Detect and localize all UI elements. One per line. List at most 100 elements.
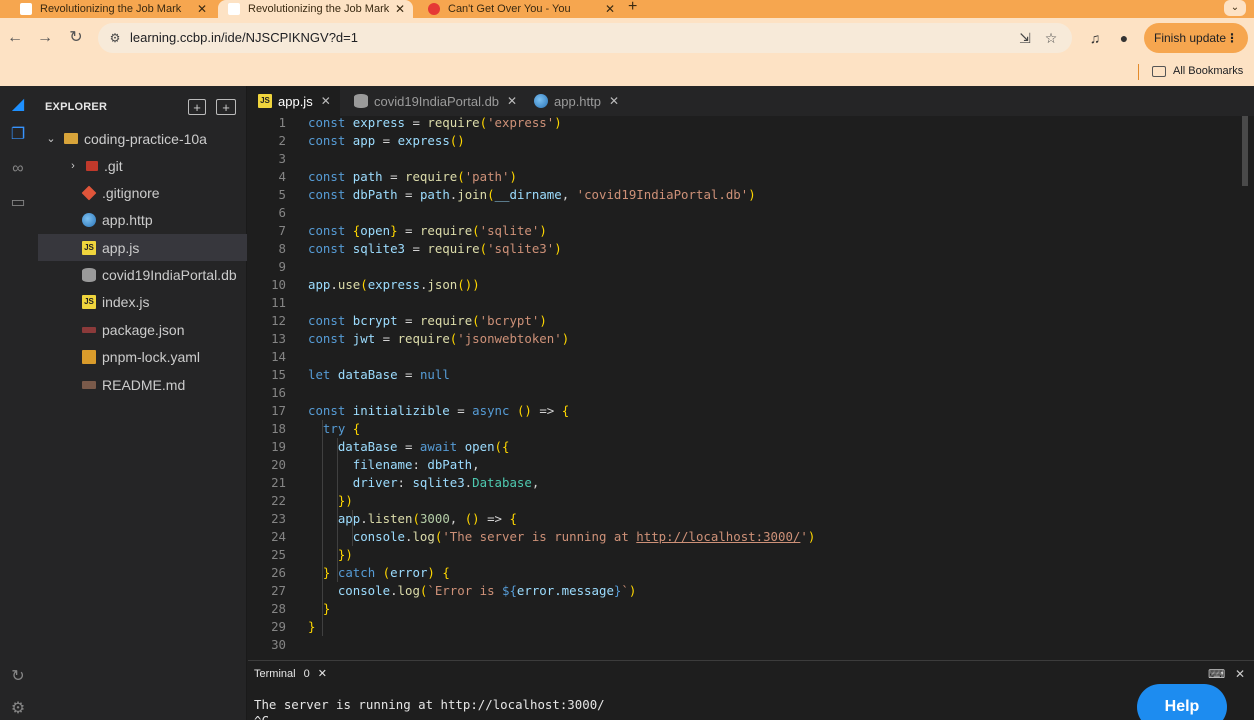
code-line[interactable]: 8 const sqlite3 = require('sqlite3') xyxy=(248,240,1238,258)
tree-item-app-js[interactable]: JS app.js xyxy=(38,234,247,261)
code-line[interactable]: 22 }) xyxy=(248,492,1238,510)
chevron-down-icon[interactable]: ⌄ xyxy=(1224,0,1246,16)
browser-tab[interactable]: Revolutionizing the Job Mark ✕ xyxy=(10,0,215,18)
code-line[interactable]: 11 xyxy=(248,294,1238,312)
code-line[interactable]: 4 const path = require('path') xyxy=(248,168,1238,186)
tab-app-js[interactable]: JS app.js ✕ xyxy=(248,86,340,116)
tree-item-label: pnpm-lock.yaml xyxy=(102,348,201,365)
explorer-sidebar: EXPLORER + + ⌄ coding-practice-10a › .gi… xyxy=(38,86,247,720)
code-line[interactable]: 23 app.listen(3000, () => { xyxy=(248,510,1238,528)
close-icon[interactable]: ✕ xyxy=(605,2,615,16)
code-line[interactable]: 20 filename: dbPath, xyxy=(248,456,1238,474)
code-line[interactable]: 16 xyxy=(248,384,1238,402)
files-icon[interactable]: ❐ xyxy=(7,124,29,146)
folder-icon xyxy=(64,133,78,144)
code-line[interactable]: 19 dataBase = await open({ xyxy=(248,438,1238,456)
reload-icon[interactable]: ↻ xyxy=(66,28,86,48)
code-line[interactable]: 9 xyxy=(248,258,1238,276)
folder-icon[interactable] xyxy=(1152,66,1166,77)
code-line[interactable]: 12 const bcrypt = require('bcrypt') xyxy=(248,312,1238,330)
code-line[interactable]: 24 console.log('The server is running at… xyxy=(248,528,1238,546)
code-line[interactable]: 29} xyxy=(248,618,1238,636)
code-line[interactable]: 17 const initializible = async () => { xyxy=(248,402,1238,420)
new-tab-button[interactable]: + xyxy=(628,0,637,15)
code-line[interactable]: 26 } catch (error) { xyxy=(248,564,1238,582)
tree-item-app-http[interactable]: app.http xyxy=(38,206,247,233)
tree-item-readme[interactable]: README.md xyxy=(38,371,247,398)
new-folder-icon[interactable]: + xyxy=(216,99,236,115)
gear-icon[interactable]: ⚙ xyxy=(7,698,29,720)
line-number: 1 xyxy=(278,115,286,130)
tree-item-label: .gitignore xyxy=(102,184,160,201)
profile-avatar[interactable]: ● xyxy=(1114,28,1134,48)
code-line[interactable]: 3 xyxy=(248,150,1238,168)
help-button[interactable]: Help xyxy=(1137,684,1227,720)
code-line[interactable]: 13 const jwt = require('jsonwebtoken') xyxy=(248,330,1238,348)
browser-tab-title: Revolutionizing the Job Mark xyxy=(40,3,182,15)
code-line[interactable]: 15 let dataBase = null xyxy=(248,366,1238,384)
media-controls-icon[interactable]: ♫ xyxy=(1085,28,1105,48)
line-number: 12 xyxy=(271,313,286,328)
link-icon[interactable]: ∞ xyxy=(7,158,29,180)
close-icon[interactable]: ✕ xyxy=(197,2,207,16)
comment-icon[interactable]: ▭ xyxy=(7,192,29,214)
site-info-icon[interactable]: ⚙ xyxy=(106,29,124,47)
close-icon[interactable]: ✕ xyxy=(395,2,405,16)
terminal-icon[interactable]: ⌨ xyxy=(1208,667,1225,681)
scroll-thumb[interactable] xyxy=(1242,116,1248,186)
code-line[interactable]: 6 xyxy=(248,204,1238,222)
code-line[interactable]: 21 driver: sqlite3.Database, xyxy=(248,474,1238,492)
terminal-tab[interactable]: Terminal 0 ✕ xyxy=(254,667,327,680)
finish-update-label: Finish update xyxy=(1154,31,1227,45)
line-number: 27 xyxy=(271,583,286,598)
tree-item-label: app.http xyxy=(102,211,153,228)
browser-tab-active[interactable]: Revolutionizing the Job Mark ✕ xyxy=(218,0,413,18)
tab-db[interactable]: covid19IndiaPortal.db ✕ xyxy=(344,86,520,116)
line-number: 2 xyxy=(278,133,286,148)
code-line[interactable]: 30 xyxy=(248,636,1238,654)
all-bookmarks-label[interactable]: All Bookmarks xyxy=(1173,65,1243,77)
code-line[interactable]: 1 const express = require('express') xyxy=(248,114,1238,132)
code-line[interactable]: 18 try { xyxy=(248,420,1238,438)
url-text[interactable]: learning.ccbp.in/ide/NJSCPIKNGV?d=1 xyxy=(130,30,358,45)
code-line[interactable]: 5 const dbPath = path.join(__dirname, 'co… xyxy=(248,186,1238,204)
tree-item-index-js[interactable]: JS index.js xyxy=(38,288,247,315)
code-area[interactable]: 1 const express = require('express') 2 cons… xyxy=(248,114,1238,658)
code-line[interactable]: 28 } xyxy=(248,600,1238,618)
bookmark-star-icon[interactable]: ☆ xyxy=(1042,29,1060,47)
browser-tab-title: Can't Get Over You - You xyxy=(448,3,571,15)
indent-guide xyxy=(337,438,338,582)
close-icon[interactable]: ✕ xyxy=(609,94,619,108)
code-line[interactable]: 27 console.log(`Error is ${error.message… xyxy=(248,582,1238,600)
close-icon[interactable]: ✕ xyxy=(318,668,327,680)
tree-item-package-json[interactable]: package.json xyxy=(38,316,247,343)
close-icon[interactable]: ✕ xyxy=(321,94,331,108)
code-line[interactable]: 25 }) xyxy=(248,546,1238,564)
folder-root[interactable]: ⌄ coding-practice-10a xyxy=(38,125,247,152)
address-bar[interactable]: ⚙ learning.ccbp.in/ide/NJSCPIKNGV?d=1 ⇲ … xyxy=(98,23,1072,53)
browser-tab[interactable]: Can't Get Over You - You ✕ xyxy=(418,0,623,18)
finish-update-button[interactable]: Finish update ⋮ xyxy=(1144,23,1248,53)
code-text: const dbPath = path.join(__dirname, 'cov… xyxy=(308,187,756,202)
forward-arrow-icon[interactable]: → xyxy=(35,28,55,48)
back-arrow-icon[interactable]: ← xyxy=(5,28,25,48)
tree-item-db[interactable]: covid19IndiaPortal.db xyxy=(38,261,247,288)
code-line[interactable]: 14 xyxy=(248,348,1238,366)
code-line[interactable]: 10 app.use(express.json()) xyxy=(248,276,1238,294)
code-line[interactable]: 2 const app = express() xyxy=(248,132,1238,150)
tab-label: app.http xyxy=(554,93,601,109)
tab-app-http[interactable]: app.http ✕ xyxy=(524,86,624,116)
tree-item-pnpm-lock[interactable]: pnpm-lock.yaml xyxy=(38,343,247,370)
close-icon[interactable]: ✕ xyxy=(1232,667,1248,681)
tree-item-gitignore[interactable]: .gitignore xyxy=(38,179,247,206)
globe-icon xyxy=(534,94,548,108)
install-app-icon[interactable]: ⇲ xyxy=(1016,29,1034,47)
tree-item-git[interactable]: › .git xyxy=(38,152,247,179)
sync-icon[interactable]: ↻ xyxy=(7,666,29,688)
code-line[interactable]: 7 const {open} = require('sqlite') xyxy=(248,222,1238,240)
code-text: app.listen(3000, () => { xyxy=(337,511,517,526)
new-file-icon[interactable]: + xyxy=(188,99,206,115)
editor-scrollbar[interactable] xyxy=(1240,116,1250,656)
close-icon[interactable]: ✕ xyxy=(507,94,517,108)
site-favicon-icon xyxy=(228,3,240,15)
